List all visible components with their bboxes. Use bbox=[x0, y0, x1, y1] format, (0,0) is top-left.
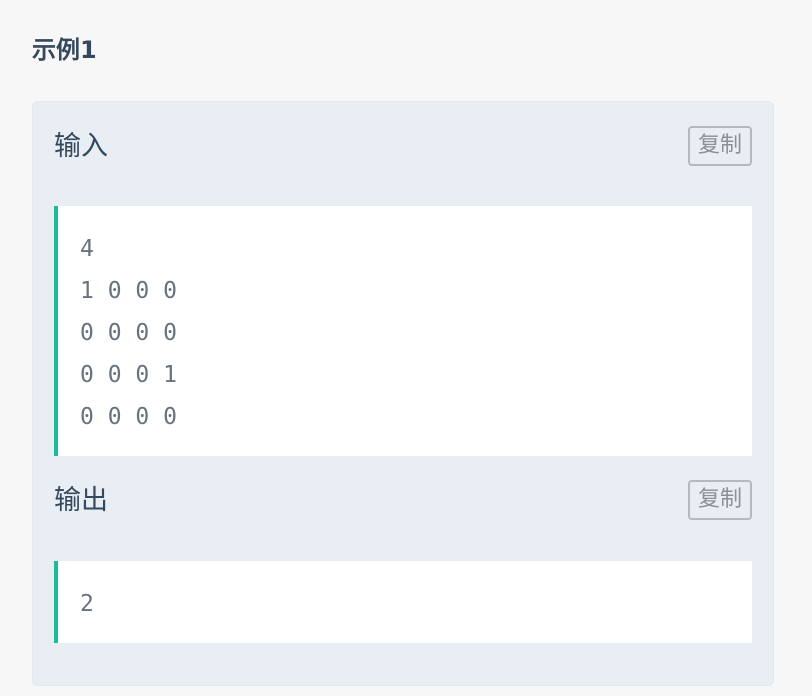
input-header: 输入 复制 bbox=[54, 125, 752, 169]
example-title: 示例1 bbox=[32, 36, 97, 64]
output-header: 输出 复制 bbox=[54, 479, 752, 523]
copy-output-button[interactable]: 复制 bbox=[688, 480, 752, 520]
output-line: 2 bbox=[80, 591, 94, 617]
input-code-block: 4 1 0 0 0 0 0 0 0 0 0 0 1 0 0 0 0 bbox=[54, 206, 752, 456]
input-label: 输入 bbox=[54, 131, 108, 162]
input-line: 1 0 0 0 bbox=[80, 278, 177, 304]
output-code-block: 2 bbox=[54, 561, 752, 643]
input-line: 4 bbox=[80, 236, 94, 262]
copy-input-button[interactable]: 复制 bbox=[688, 126, 752, 166]
example-card: 输入 复制 4 1 0 0 0 0 0 0 0 0 0 0 1 0 0 0 0 … bbox=[32, 101, 774, 686]
input-line: 0 0 0 0 bbox=[80, 404, 177, 430]
output-label: 输出 bbox=[54, 485, 108, 516]
input-line: 0 0 0 1 bbox=[80, 362, 177, 388]
input-line: 0 0 0 0 bbox=[80, 320, 177, 346]
